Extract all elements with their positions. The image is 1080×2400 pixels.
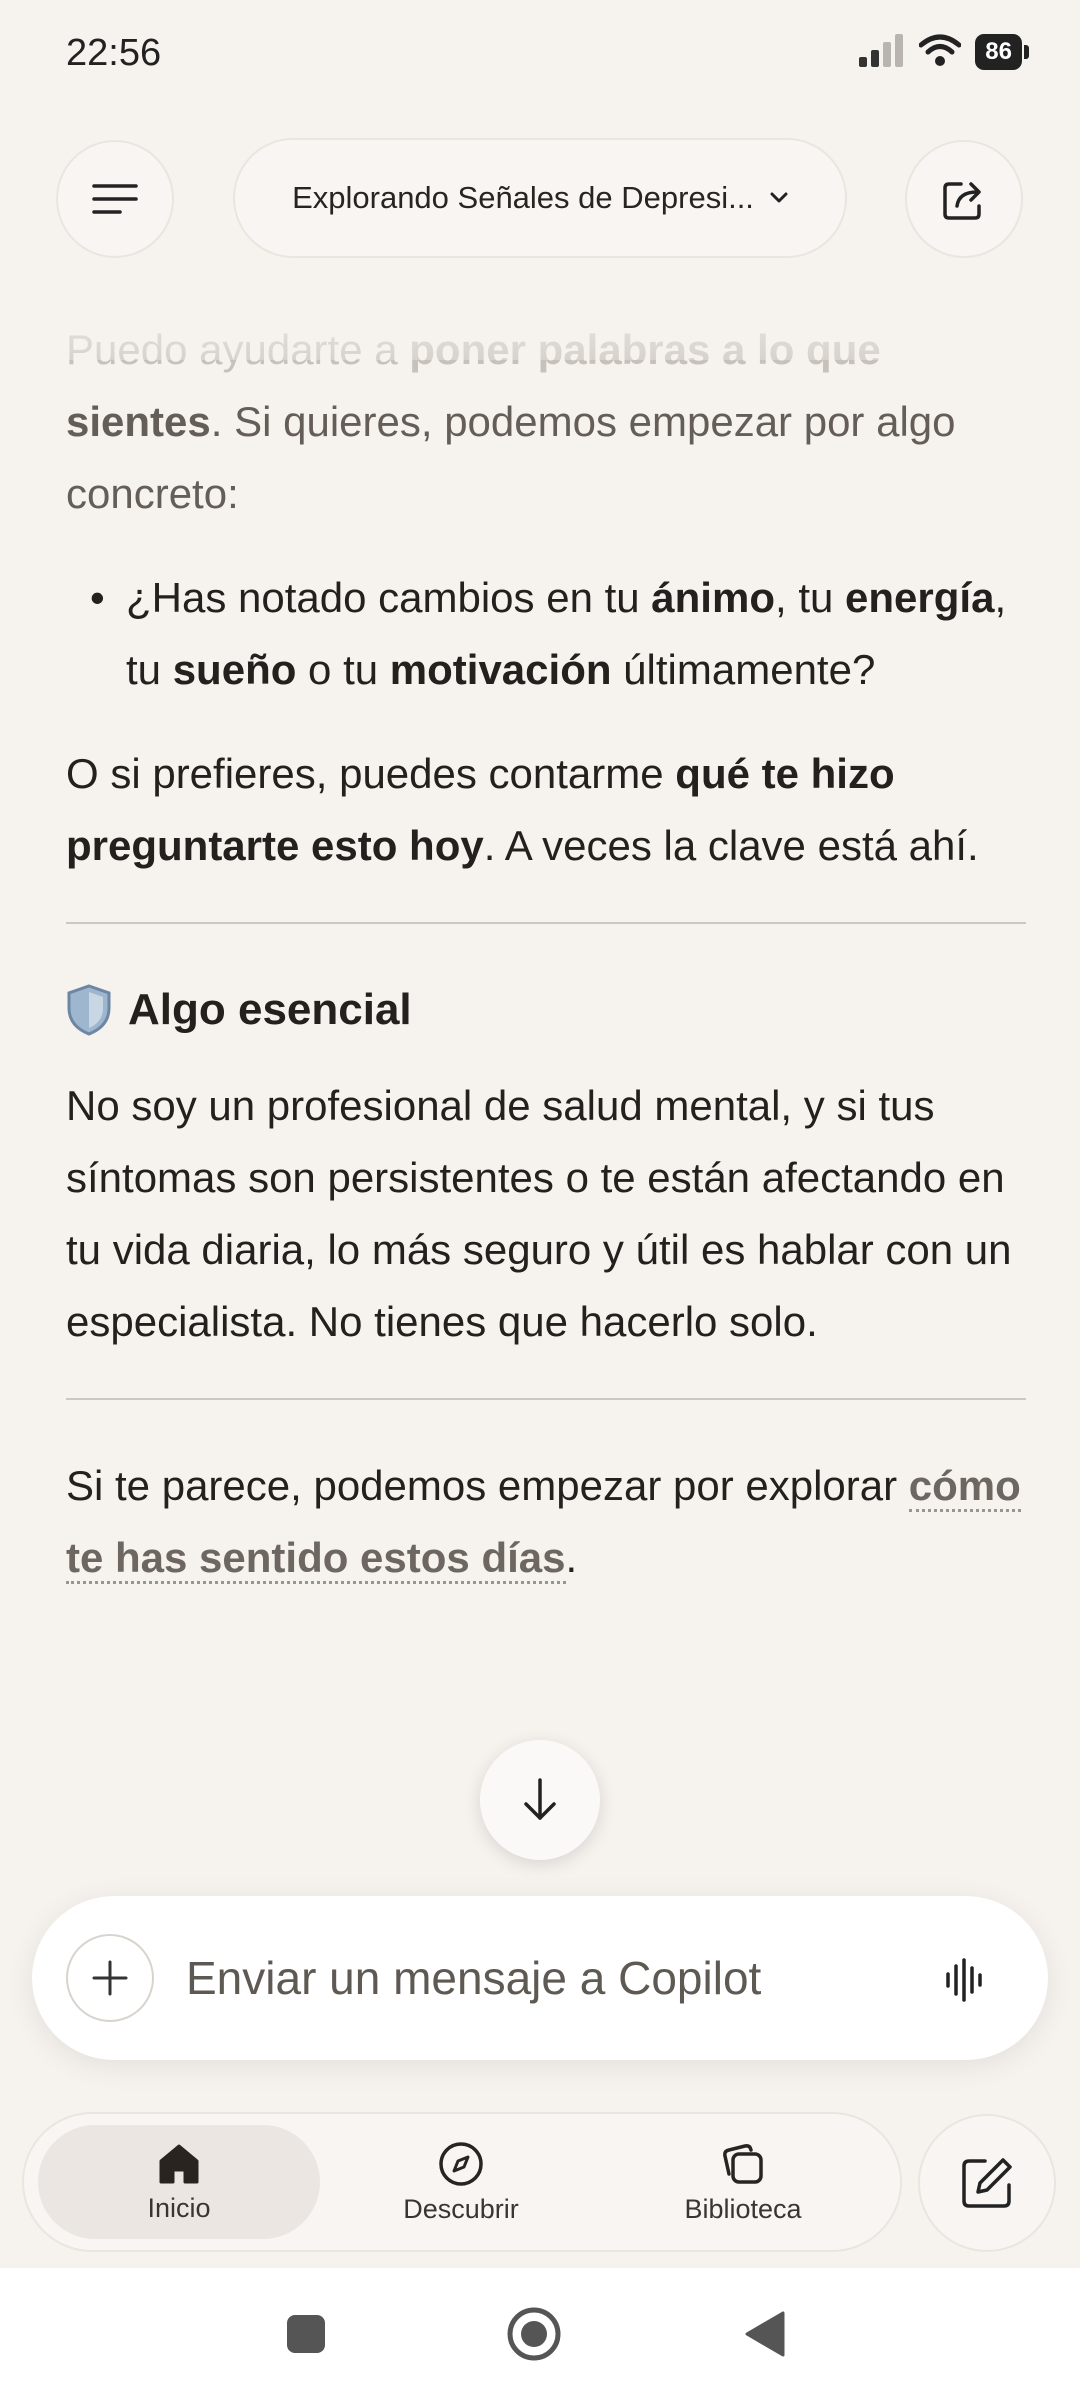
recent-apps-button[interactable]	[278, 2306, 334, 2362]
system-navigation-bar	[0, 2268, 1080, 2400]
voice-button[interactable]	[932, 1948, 996, 2012]
share-icon	[943, 182, 981, 220]
back-triangle-icon	[745, 2311, 785, 2357]
status-bar: 22:56 86	[0, 0, 1080, 110]
divider	[66, 922, 1026, 924]
conversation-title-dropdown[interactable]: Explorando Señales de Depresi...	[233, 138, 847, 258]
voice-waveform-icon	[946, 1958, 982, 2002]
nav-item-biblioteca[interactable]: Biblioteca	[602, 2125, 884, 2239]
nav-item-inicio[interactable]: Inicio	[38, 2125, 320, 2239]
menu-button[interactable]	[56, 140, 174, 258]
nav-item-label: Inicio	[147, 2192, 211, 2223]
disclaimer-paragraph: No soy un profesional de salud mental, y…	[66, 1082, 1012, 1345]
square-icon	[287, 2315, 325, 2353]
follow-up-paragraph: O si prefieres, puedes contarme qué te h…	[66, 750, 979, 869]
nav-item-descubrir[interactable]: Descubrir	[320, 2125, 602, 2239]
back-button[interactable]	[738, 2306, 794, 2362]
chevron-down-icon	[770, 192, 788, 203]
library-icon	[723, 2143, 763, 2184]
circle-icon	[507, 2307, 561, 2361]
signal-icon	[859, 33, 905, 72]
section-heading: Algo esencial	[66, 974, 1026, 1046]
list-item: ¿Has notado cambios en tu ánimo, tu ener…	[66, 562, 1026, 706]
status-icons: 86	[859, 32, 1029, 72]
chat-scroll-area[interactable]: Puedo ayudarte a poner palabras a lo que…	[0, 270, 1080, 1850]
scroll-to-bottom-button[interactable]	[480, 1740, 600, 1860]
compass-icon	[439, 2141, 483, 2186]
assistant-message: Puedo ayudarte a poner palabras a lo que…	[66, 314, 1026, 1626]
nav-item-label: Biblioteca	[684, 2193, 802, 2224]
home-button[interactable]	[506, 2306, 562, 2362]
share-button[interactable]	[905, 140, 1023, 258]
intro-paragraph: Puedo ayudarte a poner palabras a lo que…	[66, 326, 956, 517]
new-chat-button[interactable]	[918, 2114, 1056, 2252]
nav-item-label: Descubrir	[403, 2193, 519, 2224]
message-input[interactable]	[186, 1946, 886, 2010]
add-attachment-button[interactable]	[66, 1934, 154, 2022]
message-composer	[32, 1896, 1048, 2060]
compose-icon	[962, 2158, 1012, 2208]
shield-icon	[67, 984, 111, 1036]
divider	[66, 1398, 1026, 1400]
plus-icon	[92, 1960, 128, 1996]
wifi-icon	[918, 33, 962, 72]
hamburger-menu-icon	[92, 184, 138, 214]
bottom-navigation: Inicio Descubrir Biblioteca	[22, 2112, 902, 2252]
arrow-down-icon	[524, 1778, 556, 1820]
status-time: 22:56	[66, 32, 162, 74]
question-list: ¿Has notado cambios en tu ánimo, tu ener…	[66, 562, 1026, 706]
closing-paragraph: Si te parece, podemos empezar por explor…	[66, 1450, 1026, 1594]
conversation-title: Explorando Señales de Depresi...	[292, 180, 754, 215]
home-icon	[159, 2144, 199, 2183]
battery-indicator: 86	[975, 34, 1029, 70]
